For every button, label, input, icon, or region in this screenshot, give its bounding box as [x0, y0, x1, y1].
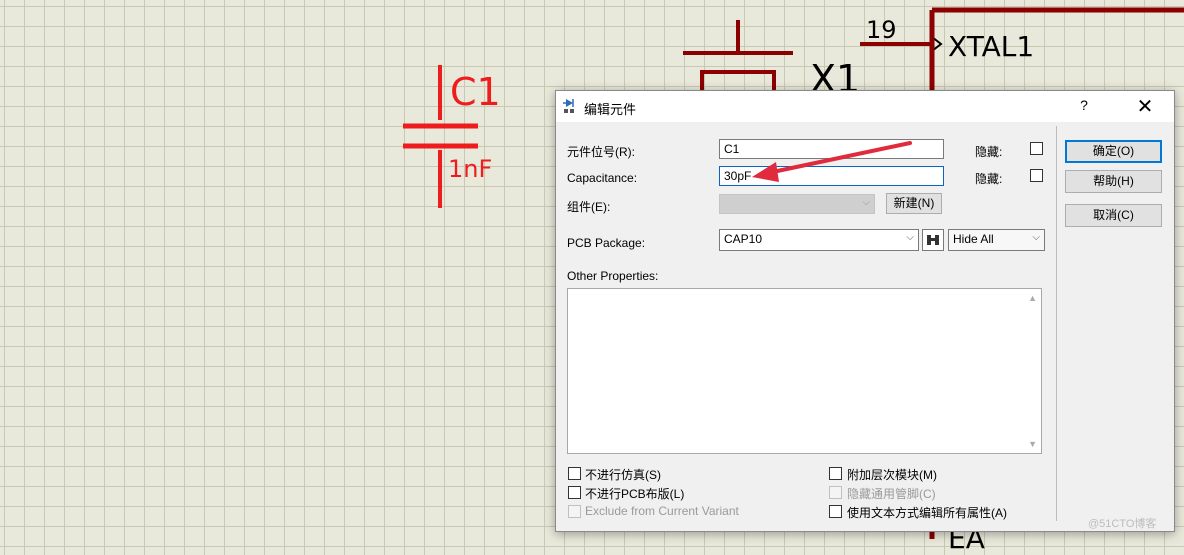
- cap-ref-label: C1: [450, 70, 501, 114]
- hide-all-select[interactable]: Hide All ⌵: [948, 229, 1045, 251]
- exclude-variant-checkbox: [568, 505, 581, 518]
- annotation-arrow: [752, 141, 912, 182]
- package-browser-button[interactable]: [922, 229, 944, 251]
- dialog-title: 编辑元件: [584, 102, 637, 117]
- hide-capacitance-checkbox[interactable]: [1030, 169, 1043, 182]
- help-icon[interactable]: ?: [1074, 97, 1094, 113]
- cancel-button[interactable]: 取消(C): [1065, 204, 1162, 227]
- no-simulate-label: 不进行仿真(S): [585, 468, 661, 482]
- watermark: @51CTO博客: [1088, 518, 1157, 530]
- attach-hierarchy-label: 附加层次模块(M): [847, 468, 937, 482]
- chevron-down-icon: ⌵: [906, 232, 914, 243]
- edit-as-text-label: 使用文本方式编辑所有属性(A): [847, 506, 1007, 520]
- binoculars-icon: [927, 235, 939, 245]
- chevron-down-icon: ⌵: [1032, 232, 1040, 243]
- other-properties-label: Other Properties:: [567, 269, 659, 283]
- component-icon: [563, 99, 574, 113]
- close-icon[interactable]: ✕: [1130, 94, 1160, 119]
- attach-hierarchy-checkbox[interactable]: [829, 467, 842, 480]
- element-label: 组件(E):: [567, 200, 611, 214]
- cap-value-label: 1nF: [448, 155, 493, 183]
- dialog-separator: [1056, 126, 1057, 521]
- pcb-package-select[interactable]: CAP10 ⌵: [719, 229, 919, 251]
- other-properties-textarea[interactable]: ▲ ▼: [567, 288, 1042, 454]
- pin-name-label: XTAL1: [948, 30, 1035, 63]
- chevron-down-icon: ⌵: [862, 197, 870, 208]
- edit-as-text-checkbox[interactable]: [829, 505, 842, 518]
- ok-button[interactable]: 确定(O): [1065, 140, 1162, 163]
- no-simulate-checkbox[interactable]: [568, 467, 581, 480]
- hide-all-value: Hide All: [953, 232, 994, 246]
- element-select: ⌵: [719, 194, 875, 214]
- pcb-package-value: CAP10: [724, 232, 763, 246]
- hide-common-pins-checkbox: [829, 486, 842, 499]
- capacitance-label: Capacitance:: [567, 171, 638, 185]
- crystal-symbol[interactable]: [680, 15, 810, 95]
- no-pcb-label: 不进行PCB布版(L): [585, 487, 685, 501]
- hidden-label-ref: 隐藏:: [975, 145, 1003, 159]
- part-ref-label: 元件位号(R):: [567, 145, 635, 159]
- scroll-down-icon[interactable]: ▼: [1028, 439, 1037, 449]
- dialog-titlebar[interactable]: 编辑元件 ? ✕: [556, 91, 1174, 122]
- no-pcb-checkbox[interactable]: [568, 486, 581, 499]
- pcb-package-label: PCB Package:: [567, 236, 646, 250]
- hide-common-pins-label: 隐藏通用管脚(C): [847, 487, 936, 501]
- new-element-button[interactable]: 新建(N): [886, 193, 942, 214]
- exclude-variant-label: Exclude from Current Variant: [585, 504, 739, 518]
- scroll-up-icon[interactable]: ▲: [1028, 293, 1037, 303]
- help-button[interactable]: 帮助(H): [1065, 170, 1162, 193]
- hidden-label-cap: 隐藏:: [975, 172, 1003, 186]
- hide-ref-checkbox[interactable]: [1030, 142, 1043, 155]
